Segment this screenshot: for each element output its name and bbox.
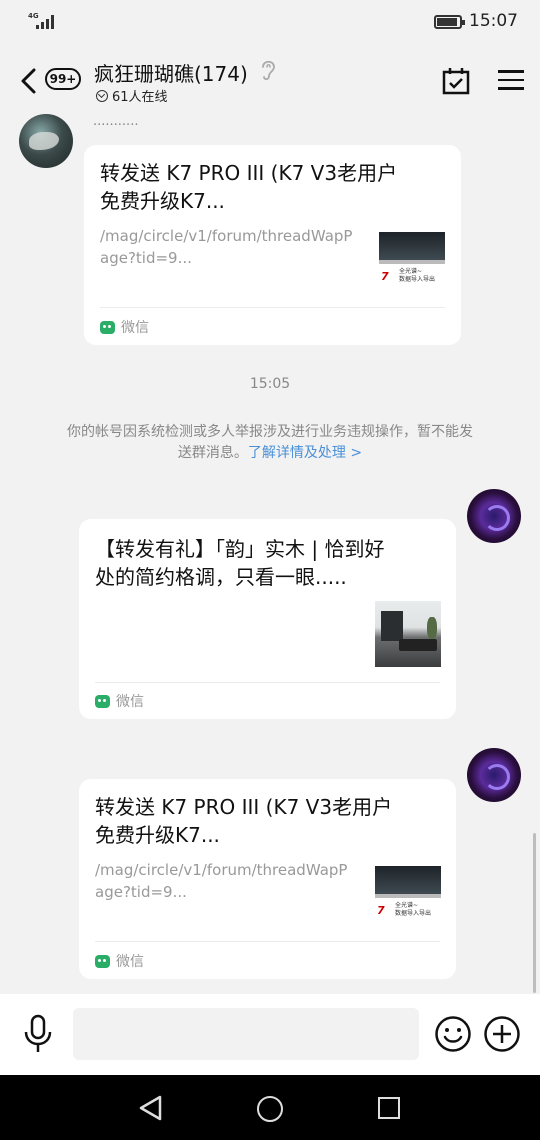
- card-divider: [95, 682, 440, 683]
- wechat-icon: [95, 954, 110, 968]
- status-bar: 4G 15:07: [0, 0, 540, 44]
- system-notice: 你的帐号因系统检测或多人举报涉及进行业务违规操作，暂不能发 送群消息。了解详情及…: [30, 422, 510, 464]
- shared-link-card[interactable]: 转发送 K7 PRO III (K7 V3老用户 免费升级K7... /mag/…: [84, 145, 461, 345]
- unread-badge[interactable]: 99+: [45, 68, 81, 90]
- system-nav-bar: [0, 1075, 540, 1140]
- own-avatar[interactable]: [467, 748, 521, 802]
- card-divider: [95, 941, 440, 942]
- add-icon[interactable]: [483, 1015, 521, 1053]
- message-timestamp: 15:05: [249, 376, 291, 392]
- details-link[interactable]: 了解详情及处理 >: [248, 445, 362, 461]
- online-status[interactable]: 61人在线: [96, 86, 168, 105]
- microphone-icon[interactable]: [22, 1014, 54, 1054]
- card-description-line-2: age?tid=9...: [95, 883, 187, 901]
- shared-link-card[interactable]: 转发送 K7 PRO III (K7 V3老用户 免费升级K7... /mag/…: [79, 779, 456, 979]
- calendar-check-icon[interactable]: [441, 66, 471, 96]
- card-source-label: 微信: [116, 694, 144, 710]
- card-title-line-1: 转发送 K7 PRO III (K7 V3老用户: [100, 161, 398, 185]
- system-notice-line-2: 送群消息。: [177, 445, 248, 461]
- card-title-line-2: 免费升级K7...: [100, 189, 225, 213]
- battery-icon: [434, 15, 465, 29]
- group-title[interactable]: 疯狂珊瑚礁(174): [94, 58, 248, 87]
- card-thumbnail: [375, 601, 441, 667]
- card-description-line-1: /mag/circle/v1/forum/threadWapP: [100, 227, 353, 245]
- card-title-line-2: 处的简约格调，只看一眼.....: [95, 565, 347, 589]
- card-source: 微信: [95, 951, 144, 971]
- input-bar: [0, 994, 540, 1075]
- status-time: 15:07: [469, 11, 518, 31]
- card-title-line-1: 转发送 K7 PRO III (K7 V3老用户: [95, 795, 393, 819]
- shared-article-card[interactable]: 【转发有礼】「韵」实木 | 恰到好 处的简约格调，只看一眼..... 微信: [79, 519, 456, 719]
- online-count: 61人在线: [112, 90, 168, 105]
- menu-icon[interactable]: [498, 70, 524, 92]
- system-notice-line-1: 你的帐号因系统检测或多人举报涉及进行业务违规操作，暂不能发: [67, 424, 473, 440]
- ear-icon: [262, 60, 275, 81]
- wechat-icon: [95, 694, 110, 708]
- chevron-down-icon: [96, 89, 108, 102]
- card-title-line-2: 免费升级K7...: [95, 823, 220, 847]
- card-thumbnail: 7 全光谱~ 数据导入导出: [375, 860, 441, 926]
- chat-header: 99+ 疯狂珊瑚礁(174) 61人在线: [0, 44, 540, 114]
- signal-icon: 4G: [28, 12, 58, 32]
- back-arrow-icon[interactable]: [18, 66, 40, 96]
- scrollbar[interactable]: [533, 833, 536, 993]
- card-source: 微信: [95, 691, 144, 711]
- card-source: 微信: [100, 317, 149, 337]
- nav-home-icon[interactable]: [257, 1096, 283, 1122]
- card-description-line-1: /mag/circle/v1/forum/threadWapP: [95, 861, 348, 879]
- sender-name: ...........: [93, 114, 139, 129]
- card-description-line-2: age?tid=9...: [100, 249, 192, 267]
- emoji-icon[interactable]: [434, 1015, 472, 1053]
- card-thumbnail: 7 全光谱~ 数据导入导出: [379, 226, 445, 292]
- card-divider: [100, 307, 445, 308]
- wechat-icon: [100, 320, 115, 334]
- card-source-label: 微信: [116, 954, 144, 970]
- card-title-line-1: 【转发有礼】「韵」实木 | 恰到好: [95, 537, 385, 561]
- sender-avatar[interactable]: [19, 114, 73, 168]
- own-avatar[interactable]: [467, 489, 521, 543]
- message-input[interactable]: [73, 1008, 419, 1060]
- nav-back-icon[interactable]: [138, 1095, 164, 1121]
- nav-recents-icon[interactable]: [378, 1097, 400, 1119]
- card-source-label: 微信: [121, 320, 149, 336]
